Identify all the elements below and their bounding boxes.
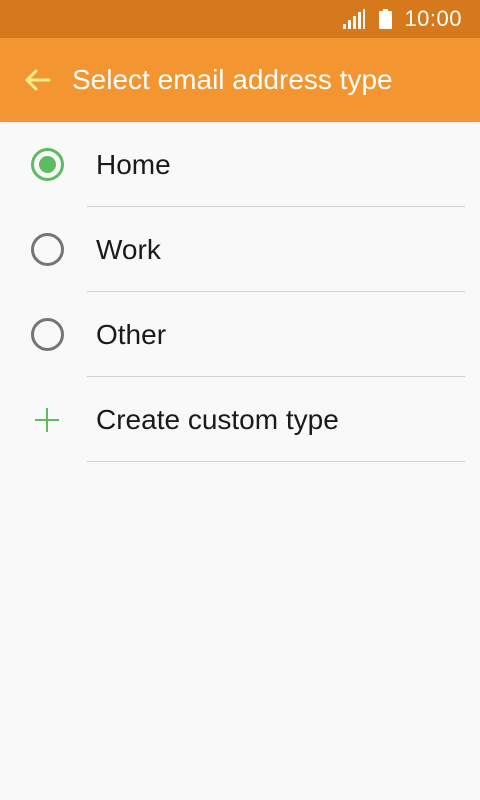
option-other[interactable]: Other xyxy=(0,292,480,377)
option-home[interactable]: Home xyxy=(0,122,480,207)
arrow-left-icon xyxy=(25,69,51,91)
plus-icon xyxy=(35,407,59,432)
create-custom-type-button[interactable]: Create custom type xyxy=(0,377,480,462)
screen: 10:00 Select email address type Home Wor… xyxy=(0,0,480,800)
back-button[interactable] xyxy=(22,65,52,95)
page-title: Select email address type xyxy=(72,64,393,95)
radio-checked-icon[interactable] xyxy=(30,148,64,181)
divider xyxy=(87,461,465,462)
type-list: Home Work Other Create custom type xyxy=(0,122,480,462)
status-bar: 10:00 xyxy=(0,0,480,38)
option-label: Work xyxy=(96,233,161,265)
radio-unchecked-icon[interactable] xyxy=(30,233,64,266)
signal-icon xyxy=(343,9,366,29)
title-bar: Select email address type xyxy=(0,38,480,122)
option-label: Other xyxy=(96,318,167,350)
battery-icon xyxy=(379,9,393,29)
option-work[interactable]: Work xyxy=(0,207,480,292)
option-label: Home xyxy=(96,148,171,180)
radio-unchecked-icon[interactable] xyxy=(30,318,64,351)
status-time: 10:00 xyxy=(404,6,462,31)
create-custom-type-label: Create custom type xyxy=(96,403,339,435)
